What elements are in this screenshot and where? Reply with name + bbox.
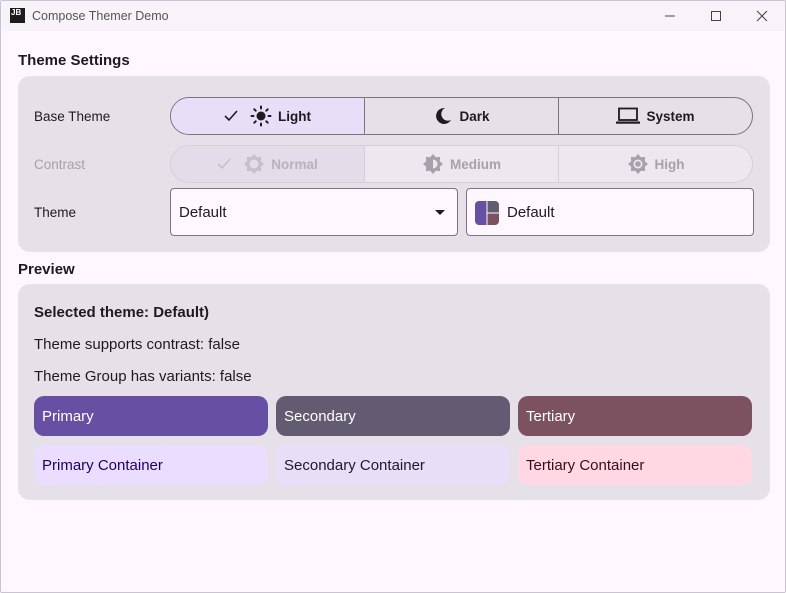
preview-card: Selected theme: Default) Theme supports … [18,284,770,500]
base-theme-system-label: System [646,108,695,124]
theme-swatch-icon [475,201,499,225]
base-theme-dark-label: Dark [459,108,490,124]
contrast-normal-label: Normal [271,156,318,172]
contrast-label: Contrast [34,157,86,172]
minimize-icon [665,15,675,17]
sun-icon [250,105,272,127]
dropdown-arrow-icon [435,210,445,215]
contrast-medium-label: Medium [449,156,501,172]
contrast-support-text: Theme supports contrast: false [34,336,240,353]
brightness-icon [244,154,265,174]
app-window: JB Compose Themer Demo Theme Settings Ba… [0,0,786,593]
moon-icon [436,107,452,124]
check-icon [217,158,231,170]
color-chip-secondary-container: Secondary Container [276,445,510,485]
theme-dropdown-value: Default [179,204,227,221]
brightness-half-icon [422,154,443,174]
contrast-high-button[interactable]: High [559,146,752,182]
color-chip-primary: Primary [34,396,268,436]
base-theme-label: Base Theme [34,109,111,124]
color-chip-secondary: Secondary [276,396,510,436]
variants-text: Theme Group has variants: false [34,368,252,385]
base-theme-light-button[interactable]: Light [171,98,365,134]
color-chip-tertiary: Tertiary [518,396,752,436]
base-theme-selector: Light Dark System [170,97,753,135]
contrast-high-label: High [654,156,685,172]
color-chip-tertiary-container: Tertiary Container [518,445,752,485]
base-theme-system-button[interactable]: System [559,98,752,134]
brightness-high-icon [627,154,648,174]
theme-display-field: Default [466,188,754,236]
contrast-selector: Normal Medium High [170,145,753,183]
laptop-icon [616,107,641,124]
close-icon [756,10,768,22]
minimize-button[interactable] [647,1,693,31]
theme-settings-card: Base Theme Light Dark System Contrast No… [18,76,770,252]
selected-theme-text: Selected theme: Default) [34,304,210,321]
title-bar: JB Compose Themer Demo [1,1,785,31]
color-chip-primary-container: Primary Container [34,445,268,485]
check-icon [224,110,238,122]
theme-label: Theme [34,205,77,220]
contrast-normal-button[interactable]: Normal [171,146,365,182]
maximize-button[interactable] [693,1,739,31]
base-theme-dark-button[interactable]: Dark [365,98,559,134]
close-button[interactable] [739,1,785,31]
theme-settings-title: Theme Settings [18,52,130,69]
theme-dropdown[interactable]: Default [170,188,458,236]
contrast-medium-button[interactable]: Medium [365,146,559,182]
preview-title: Preview [18,261,75,278]
theme-display-label: Default [507,204,555,221]
app-icon: JB [10,8,25,23]
maximize-icon [711,11,721,21]
window-title: Compose Themer Demo [32,9,169,23]
base-theme-light-label: Light [278,108,311,124]
